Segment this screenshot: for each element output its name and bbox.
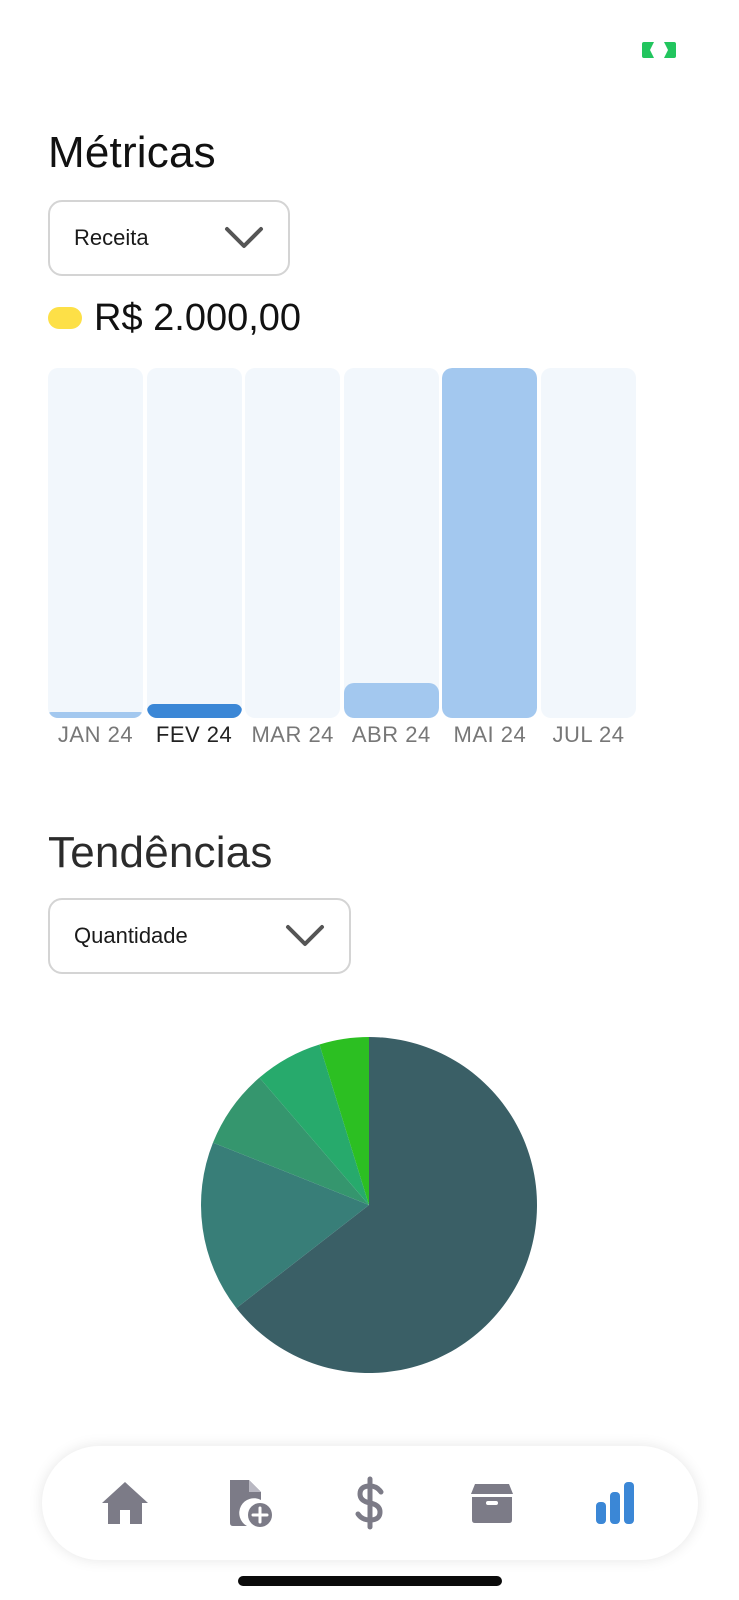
- metric-value: R$ 2.000,00: [94, 296, 302, 339]
- monthly-bar-chart: [48, 368, 636, 718]
- month-label: ABR 24: [351, 722, 431, 747]
- home-indicator: [238, 1576, 502, 1586]
- box-icon: [471, 1484, 514, 1523]
- bar-column[interactable]: [442, 368, 538, 718]
- bar-column[interactable]: [245, 368, 341, 718]
- month-label: FEV 24: [155, 722, 233, 747]
- month-label: JAN 24: [57, 722, 134, 747]
- tab-home[interactable]: [80, 1463, 170, 1543]
- home-icon: [102, 1482, 149, 1524]
- bar: [146, 704, 242, 718]
- trend-selector-value: Quantidade: [74, 923, 188, 948]
- dollar-icon: [355, 1476, 384, 1530]
- bar: [48, 711, 143, 718]
- trend-selector[interactable]: Quantidade: [48, 898, 351, 974]
- metrics-title: Métricas: [48, 128, 216, 177]
- bar-column[interactable]: [48, 368, 143, 718]
- metric-value-row: R$ 2.000,00: [48, 296, 301, 340]
- bar-column[interactable]: [343, 368, 439, 718]
- metric-selector[interactable]: Receita: [48, 200, 290, 276]
- chevron-down-icon: [286, 925, 324, 946]
- chevron-down-icon: [225, 227, 263, 248]
- month-labels: JAN 24 FEV 24 MAR 24 ABR 24 MAI 24 JUL 24: [48, 722, 636, 752]
- camera-frame-icon: [642, 42, 676, 58]
- bar: [442, 368, 538, 718]
- month-label: JUL 24: [552, 722, 625, 747]
- bar-column[interactable]: [541, 368, 636, 718]
- tab-new-document[interactable]: [203, 1463, 293, 1543]
- trends-pie-chart: [200, 1037, 537, 1373]
- tab-finance[interactable]: [325, 1463, 415, 1543]
- tab-products[interactable]: [447, 1463, 537, 1543]
- bottom-tab-bar: [42, 1446, 698, 1560]
- legend-swatch: [48, 307, 82, 329]
- bar-chart-icon: [595, 1482, 634, 1524]
- month-label: MAI 24: [453, 722, 527, 747]
- bar: [343, 683, 439, 718]
- metric-selector-value: Receita: [74, 225, 149, 250]
- bar-column[interactable]: [146, 368, 242, 718]
- tab-metrics[interactable]: [570, 1463, 660, 1543]
- trends-title: Tendências: [48, 828, 273, 877]
- month-label: MAR 24: [251, 722, 334, 747]
- file-plus-icon: [229, 1480, 272, 1527]
